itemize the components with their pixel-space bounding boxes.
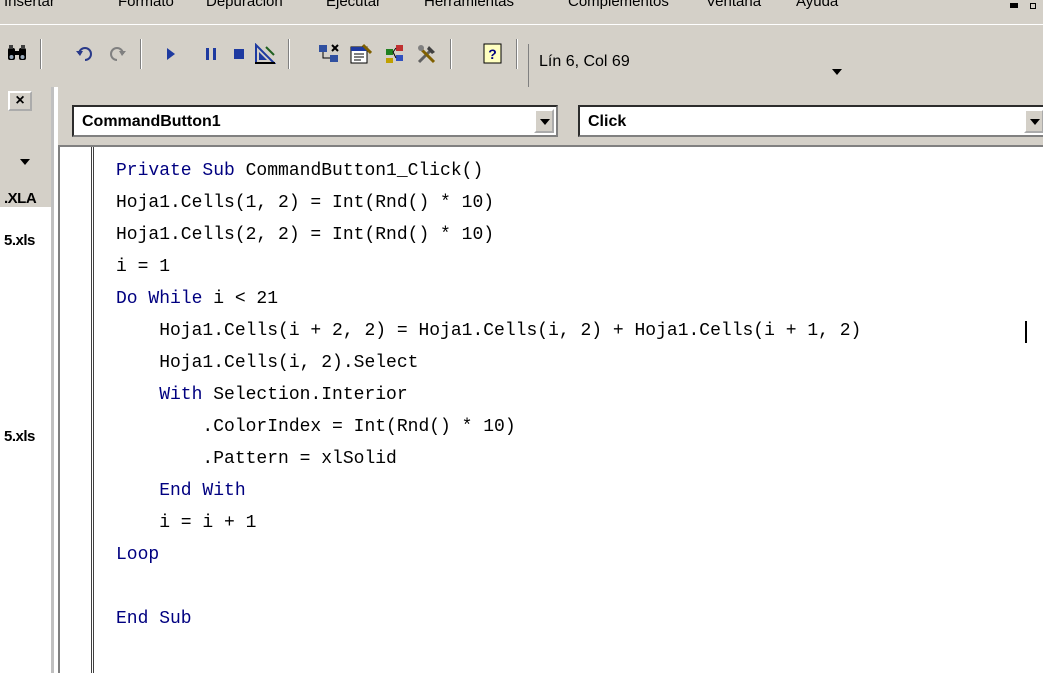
- object-browser-icon[interactable]: [384, 41, 406, 67]
- menu-ejecutar[interactable]: Ejecutar: [326, 0, 381, 10]
- code-line[interactable]: i = i + 1: [116, 513, 256, 533]
- toolbar-separator: [288, 39, 290, 69]
- code-line[interactable]: End Sub: [116, 609, 192, 629]
- toolbox-icon[interactable]: [416, 41, 438, 67]
- redo-icon[interactable]: [106, 41, 128, 67]
- margin-indicator-bar[interactable]: [60, 147, 94, 673]
- code-line[interactable]: .ColorIndex = Int(Rnd() * 10): [116, 417, 515, 437]
- project-file-item[interactable]: 5.xls: [4, 232, 51, 249]
- object-dropdown[interactable]: CommandButton1: [72, 105, 558, 137]
- menu-depuracion[interactable]: Depuración: [206, 0, 283, 10]
- toolbar-separator: [450, 39, 452, 69]
- toolbar-separator: [140, 39, 142, 69]
- svg-text:?: ?: [488, 46, 497, 62]
- menu-complementos[interactable]: Complementos: [568, 0, 669, 10]
- project-pane: × .XLA 5.xls 5.xls: [0, 87, 54, 673]
- code-editor[interactable]: Private Sub CommandButton1_Click() Hoja1…: [58, 145, 1043, 673]
- chevron-down-icon[interactable]: [534, 109, 554, 133]
- code-line[interactable]: With Selection.Interior: [116, 385, 407, 405]
- reset-icon[interactable]: [228, 41, 250, 67]
- chevron-down-icon[interactable]: [832, 69, 842, 75]
- menu-herramientas[interactable]: Herramientas: [424, 0, 514, 10]
- cursor-position-box[interactable]: Lín 6, Col 69: [528, 44, 850, 88]
- undo-icon[interactable]: [74, 41, 96, 67]
- menu-bar: Insertar Formato Depuración Ejecutar Her…: [0, 0, 1043, 24]
- procedure-dropdown-value: Click: [588, 113, 627, 130]
- text-caret: [1025, 321, 1027, 343]
- help-icon[interactable]: ?: [482, 41, 504, 67]
- code-line[interactable]: End With: [116, 481, 245, 501]
- code-window: CommandButton1 Click Private Sub Command…: [58, 87, 1043, 673]
- code-line[interactable]: Hoja1.Cells(i, 2).Select: [116, 353, 418, 373]
- code-line[interactable]: Hoja1.Cells(i + 2, 2) = Hoja1.Cells(i, 2…: [116, 321, 861, 341]
- project-explorer-icon[interactable]: [318, 41, 340, 67]
- menu-formato[interactable]: Formato: [118, 0, 174, 10]
- menu-ventana[interactable]: Ventana: [706, 0, 761, 10]
- code-line[interactable]: Do While i < 21: [116, 289, 278, 309]
- code-line[interactable]: Hoja1.Cells(1, 2) = Int(Rnd() * 10): [116, 193, 494, 213]
- project-file-item[interactable]: .XLA: [4, 190, 51, 207]
- properties-icon[interactable]: [350, 41, 372, 67]
- procedure-dropdown[interactable]: Click: [578, 105, 1043, 137]
- break-icon[interactable]: [200, 41, 222, 67]
- design-mode-icon[interactable]: [254, 41, 276, 67]
- menu-ayuda[interactable]: Ayuda: [796, 0, 838, 10]
- code-line[interactable]: Private Sub CommandButton1_Click(): [116, 161, 483, 181]
- menu-insertar[interactable]: Insertar: [4, 0, 55, 10]
- code-line[interactable]: Hoja1.Cells(2, 2) = Int(Rnd() * 10): [116, 225, 494, 245]
- code-line[interactable]: i = 1: [116, 257, 170, 277]
- find-icon[interactable]: [6, 41, 28, 67]
- run-icon[interactable]: [160, 41, 182, 67]
- toolbar-separator: [516, 39, 518, 69]
- chevron-down-icon[interactable]: [1024, 109, 1043, 133]
- project-file-item[interactable]: 5.xls: [4, 428, 51, 445]
- chevron-down-icon[interactable]: [20, 159, 30, 165]
- code-line[interactable]: Loop: [116, 545, 159, 565]
- cursor-position: Lín 6, Col 69: [539, 53, 630, 70]
- minimize-window-icon[interactable]: [1010, 3, 1018, 8]
- standard-toolbar: ? Lín 6, Col 69: [0, 24, 1043, 88]
- object-dropdown-value: CommandButton1: [82, 113, 221, 130]
- code-line[interactable]: .Pattern = xlSolid: [116, 449, 396, 469]
- close-icon[interactable]: ×: [8, 91, 32, 111]
- toolbar-separator: [40, 39, 42, 69]
- restore-window-icon[interactable]: [1030, 3, 1036, 9]
